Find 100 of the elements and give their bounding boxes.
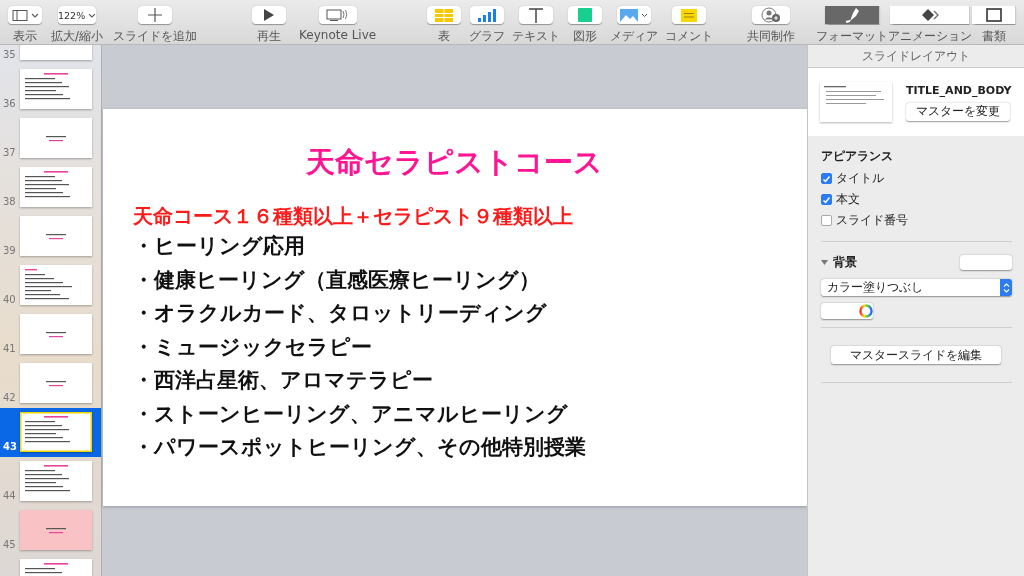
slide-thumbnail-row[interactable]: 42 [0,359,101,408]
slide-thumbnail[interactable] [20,363,92,403]
format-tab[interactable] [824,6,880,24]
toolbar-label: グラフ [469,28,506,45]
checkbox[interactable] [821,215,832,226]
slide-thumbnail-row[interactable]: 41 [0,310,101,359]
animation-tab[interactable] [890,6,970,24]
paintbrush-icon [843,7,860,23]
comment-button[interactable] [672,6,707,24]
sidebar-layout-icon [11,8,28,22]
add-button[interactable] [138,6,173,24]
toolbar-label: コメント [665,28,714,45]
bullet-item: ・オラクルカード、タロットリーディング [132,300,548,327]
bullet-item: ・ミュージックセラピー [132,333,373,361]
slide-number: 41 [2,343,16,354]
toolbar-label: スライドを追加 [113,28,198,45]
slide-thumbnail[interactable] [20,265,92,305]
toolbar-label: テキスト [512,28,561,45]
slide-thumbnail[interactable] [20,167,92,207]
slide-thumbnail-row[interactable]: 38 [0,163,101,212]
toolbar-label: Keynote Live [299,28,377,42]
chart-button[interactable] [470,6,505,24]
toolbar-label: 拡大/縮小 [51,28,104,45]
slide-thumbnail[interactable] [20,69,92,109]
disclosure-triangle-icon[interactable] [821,259,828,266]
slide-thumbnail-row[interactable]: 36 [0,65,101,114]
toolbar-label: アニメーション [888,28,972,45]
slide-number: 44 [2,490,16,501]
bullet-item: ・パワースポットヒーリング、その他特別授業 [132,434,587,461]
note-icon [681,8,698,22]
slide-title: 天命セラピストコース [306,144,603,181]
slide-thumbnail-row[interactable]: 44 [0,457,101,506]
text-button[interactable] [519,6,554,24]
toolbar-label: 共同制作 [747,28,796,45]
slide-thumbnail[interactable] [20,216,92,256]
checkmark-icon [822,195,831,204]
slide-number: 35 [2,49,16,60]
slide-thumbnail[interactable] [20,314,92,354]
slide-thumbnail-row[interactable]: 39 [0,212,101,261]
checkbox-label: タイトル [836,170,884,187]
checkbox[interactable] [821,173,832,184]
window-icon [985,8,1002,22]
slide-thumbnail-row[interactable]: 43 [0,408,101,457]
slide-thumbnail[interactable] [20,118,92,158]
bullet-item: ・西洋占星術、アロマテラピー [132,367,434,394]
slide-number: 43 [2,441,16,452]
slide-number: 38 [2,196,16,207]
checkbox-label: スライド番号 [836,212,908,229]
color-swatch[interactable] [960,255,1012,270]
fill-type-dropdown[interactable]: カラー塗りつぶし [821,279,1012,296]
slide-number: 39 [2,245,16,256]
master-name: TITLE_AND_BODY [906,83,1012,97]
slide-thumbnail[interactable] [20,412,92,452]
slide-thumbnail[interactable] [20,461,92,501]
color-well[interactable] [821,303,873,319]
section-heading: 背景 [833,254,858,271]
live-button[interactable] [318,6,357,24]
checkbox[interactable] [821,194,832,205]
text-icon [528,7,545,23]
stepper-arrows-icon [1002,282,1010,293]
color-wheel-icon [859,304,873,318]
square-shape-icon [578,8,593,22]
slide-thumbnail-row[interactable]: 35 [0,45,101,65]
toolbar-label: 図形 [573,28,598,45]
screen-broadcast-icon [326,8,350,22]
person-plus-icon [761,7,782,23]
change-master-button[interactable]: マスターを変更 [906,102,1010,121]
play-button[interactable] [252,6,287,24]
shape-button[interactable] [568,6,603,24]
slide-subtitle: 天命コース１６種類以上＋セラピスト９種類以上 [132,204,574,230]
media-button[interactable] [617,6,652,24]
collab-button[interactable] [752,6,791,24]
toolbar-label: フォーマット [816,28,888,45]
checkbox-label: 本文 [836,191,860,208]
slide-thumbnail-row[interactable]: 37 [0,114,101,163]
bullet-item: ・ストーンヒーリング、アニマルヒーリング [132,400,569,428]
view-button[interactable] [8,6,42,24]
slide-number: 42 [2,392,16,403]
slide-thumbnail-row[interactable]: 45 [0,506,101,555]
play-icon [263,9,276,21]
toolbar-label: 表示 [13,28,37,45]
slide-thumbnail[interactable] [20,510,92,550]
master-thumbnail [820,82,892,122]
caret-icon [88,12,96,18]
toolbar-label: 再生 [257,28,282,45]
section-heading: アピアランス [821,148,894,165]
bullet-item: ・ヒーリング応用 [132,233,306,260]
slide-number: 40 [2,294,16,305]
diamond-icon [920,8,939,22]
bar-chart-icon [477,8,498,22]
slide-number: 37 [2,147,16,158]
slide-thumbnail-row[interactable]: 40 [0,261,101,310]
toolbar-label: 表 [438,28,451,45]
checkmark-icon [822,174,831,183]
slide-number: 45 [2,539,16,550]
caret-icon [30,12,39,18]
edit-master-slides-button[interactable]: マスタースライドを編集 [831,346,1001,364]
zoom-dropdown[interactable]: 122% [58,6,96,24]
document-tab[interactable] [972,6,1016,24]
plus-icon [148,8,163,22]
